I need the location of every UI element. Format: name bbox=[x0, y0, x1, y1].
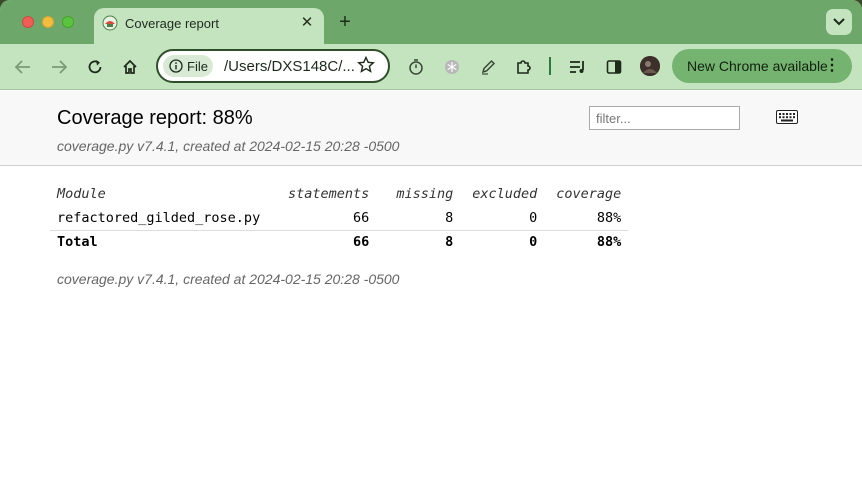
excluded-cell: 0 bbox=[460, 206, 545, 231]
column-header-coverage[interactable]: coverage bbox=[544, 182, 628, 206]
keyboard-icon[interactable] bbox=[776, 110, 798, 124]
reload-icon[interactable] bbox=[84, 56, 106, 78]
pen-icon[interactable] bbox=[477, 56, 499, 78]
reading-list-icon[interactable] bbox=[567, 56, 589, 78]
toolbar: File /Users/DXS148C/... New Chrome avail… bbox=[0, 44, 862, 90]
back-arrow-icon[interactable] bbox=[12, 56, 34, 78]
bookmark-star-icon[interactable] bbox=[357, 56, 375, 74]
info-icon bbox=[169, 59, 183, 73]
profile-avatar-icon[interactable] bbox=[640, 56, 660, 76]
browser-window: Coverage report ✕ + File /Users/DXS148C/… bbox=[0, 0, 862, 504]
table-row: refactored_gilded_rose.py 66 8 0 88% bbox=[50, 206, 629, 231]
url-text[interactable]: /Users/DXS148C/... bbox=[224, 58, 355, 75]
tab-coverage-report[interactable]: Coverage report ✕ bbox=[94, 8, 324, 44]
total-excluded: 0 bbox=[529, 234, 538, 251]
update-button-label: New Chrome available bbox=[687, 58, 828, 74]
total-row: Total 66 8 0 88% bbox=[50, 230, 628, 254]
total-missing: 8 bbox=[445, 234, 454, 251]
side-panel-icon[interactable] bbox=[603, 56, 625, 78]
site-info-chip[interactable]: File bbox=[163, 55, 213, 77]
tab-title: Coverage report bbox=[125, 16, 219, 31]
extension-snowflake-icon[interactable] bbox=[441, 56, 463, 78]
column-header-excluded[interactable]: excluded bbox=[460, 182, 544, 206]
timer-icon[interactable] bbox=[405, 56, 427, 78]
more-dots-icon[interactable]: ⋮ bbox=[824, 55, 840, 75]
puzzle-extension-icon[interactable] bbox=[513, 56, 535, 78]
coverage-cell: 88% bbox=[544, 206, 629, 231]
created-info: coverage.py v7.4.1, created at 2024-02-1… bbox=[57, 138, 400, 154]
page-title: Coverage report: 88% bbox=[57, 107, 253, 129]
tab-close-icon[interactable]: ✕ bbox=[298, 13, 316, 31]
new-tab-icon[interactable]: + bbox=[336, 10, 354, 34]
filter-input[interactable] bbox=[589, 106, 740, 130]
column-header-module[interactable]: Module bbox=[50, 182, 281, 206]
maximize-window-icon[interactable] bbox=[62, 16, 74, 28]
total-label: Total bbox=[57, 234, 98, 251]
missing-cell: 8 bbox=[376, 206, 461, 231]
column-header-missing[interactable]: missing bbox=[376, 182, 460, 206]
report-header: Coverage report: 88% coverage.py v7.4.1,… bbox=[0, 90, 862, 166]
table-header-row: Module statements missing excluded cover… bbox=[50, 182, 628, 206]
module-link[interactable]: refactored_gilded_rose.py bbox=[50, 206, 281, 231]
chrome-update-button[interactable]: New Chrome available ⋮ bbox=[672, 49, 852, 83]
minimize-window-icon[interactable] bbox=[42, 16, 54, 28]
tab-menu-chevron-icon[interactable] bbox=[826, 9, 852, 35]
file-chip-label: File bbox=[187, 58, 208, 74]
toolbar-divider bbox=[549, 57, 551, 75]
total-coverage: 88% bbox=[596, 234, 622, 251]
total-statements: 66 bbox=[353, 234, 370, 251]
tab-strip: Coverage report ✕ + bbox=[0, 0, 862, 44]
close-window-icon[interactable] bbox=[22, 16, 34, 28]
coverage-table: Module statements missing excluded cover… bbox=[50, 182, 629, 254]
page-content: Coverage report: 88% coverage.py v7.4.1,… bbox=[0, 90, 862, 504]
favicon-icon bbox=[102, 15, 118, 31]
footer-created-info: coverage.py v7.4.1, created at 2024-02-1… bbox=[57, 271, 400, 287]
statements-cell: 66 bbox=[281, 206, 377, 231]
forward-arrow-icon[interactable] bbox=[48, 56, 70, 78]
column-header-statements[interactable]: statements bbox=[281, 182, 376, 206]
home-icon[interactable] bbox=[119, 56, 141, 78]
address-bar[interactable]: File /Users/DXS148C/... bbox=[156, 49, 390, 83]
